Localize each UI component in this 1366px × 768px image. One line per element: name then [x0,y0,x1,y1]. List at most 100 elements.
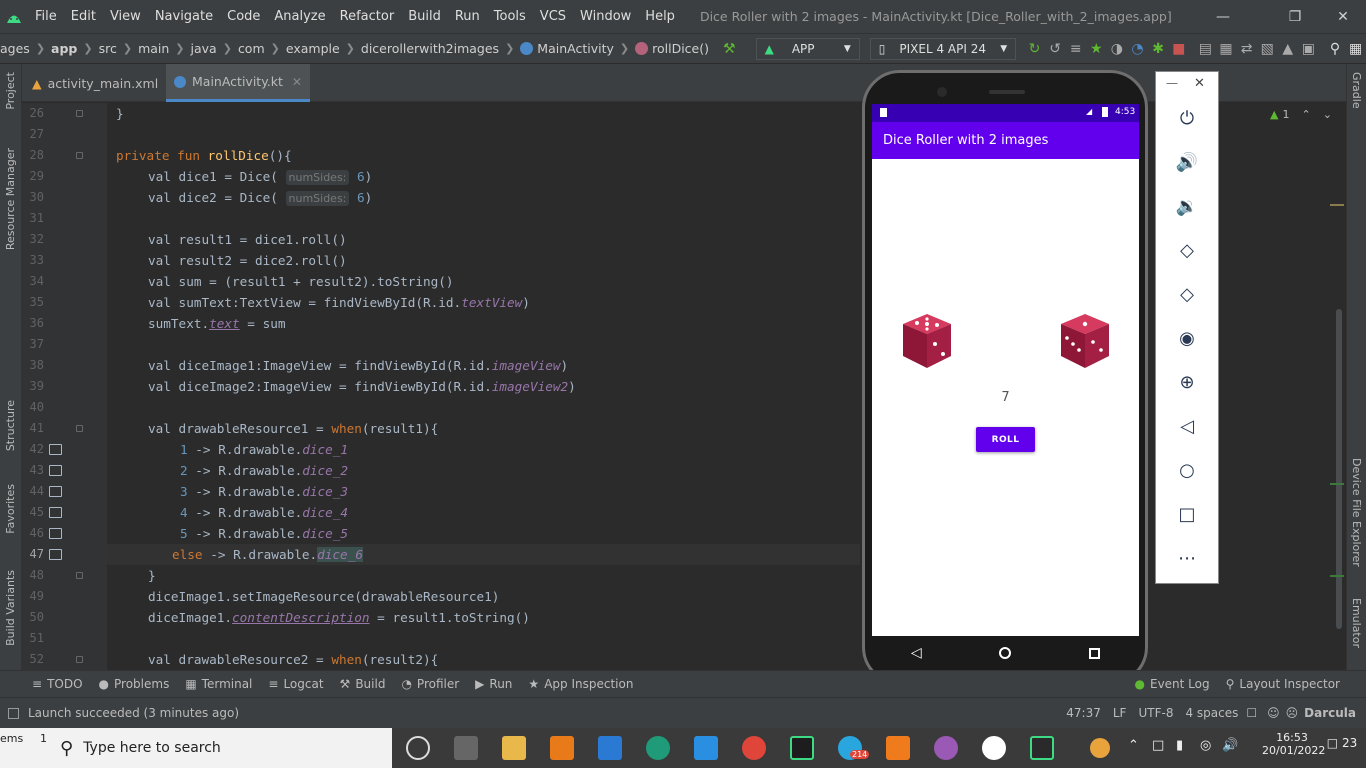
terminal-tool-button[interactable]: ▦ Terminal [177,677,260,691]
cortana-icon[interactable] [406,736,430,760]
problems-tool-button[interactable]: ● Problems [91,677,178,691]
chevron-down-icon[interactable]: ⌄ [1323,108,1332,121]
menu-vcs[interactable]: VCS [533,9,573,24]
sublime-icon[interactable] [550,736,574,760]
menu-refactor[interactable]: Refactor [333,9,402,24]
build-variants-tab[interactable]: Build Variants [4,570,17,646]
back-nav-icon[interactable]: ◁ [911,645,922,661]
avd-manager-icon[interactable]: ▧ [1257,38,1278,60]
apply-changes-icon[interactable]: ↻ [1024,38,1045,60]
breadcrumb-item[interactable]: main [138,41,169,56]
caret-position[interactable]: 47:37 [1066,706,1101,720]
tab-mainactivity-kt[interactable]: MainActivity.kt ✕ [166,64,310,102]
indent-setting[interactable]: 4 spaces [1185,706,1238,720]
volume-icon[interactable]: 🔊 [1222,738,1238,753]
fold-marker-icon[interactable] [76,656,83,663]
breadcrumb-item[interactable]: example [286,41,340,56]
breadcrumb-item[interactable]: com [238,41,265,56]
run-config-select[interactable]: ▲ APP ▼ [755,37,860,60]
favorites-tab[interactable]: Favorites [4,484,17,534]
menu-tools[interactable]: Tools [487,9,533,24]
breadcrumb-item[interactable]: src [99,41,117,56]
file-encoding[interactable]: UTF-8 [1138,706,1173,720]
power-icon[interactable]: ⏻ [1172,103,1202,133]
profiler-tool-button[interactable]: ◔ Profiler [393,677,467,691]
breadcrumb-item[interactable]: ages [0,41,30,56]
resource-manager-tab[interactable]: Resource Manager [4,148,17,250]
android-studio-taskbar-icon[interactable] [1030,736,1054,760]
menu-navigate[interactable]: Navigate [148,9,220,24]
coverage-icon[interactable]: ◑ [1107,38,1128,60]
image-resource-icon[interactable] [49,549,62,560]
rotate-right-icon[interactable]: ◇ [1172,279,1202,309]
menu-help[interactable]: Help [638,9,682,24]
menu-window[interactable]: Window [573,9,638,24]
image-resource-icon[interactable] [49,444,62,455]
github-desktop-icon[interactable] [934,736,958,760]
settings-icon[interactable]: ▦ [1345,38,1366,60]
sad-icon[interactable]: ☹ [1286,706,1299,720]
project-structure-icon[interactable]: ▤ [1195,38,1216,60]
image-resource-icon[interactable] [49,486,62,497]
pdf-app-icon[interactable] [886,736,910,760]
sdk-manager-icon[interactable]: ▲ [1277,38,1298,60]
volume-up-icon[interactable]: 🔊 [1172,147,1202,177]
emulator-tab[interactable]: Emulator [1350,598,1363,648]
apply-code-changes-icon[interactable]: ↺ [1045,38,1066,60]
fold-marker-icon[interactable] [76,110,83,117]
fold-marker-icon[interactable] [76,572,83,579]
theme-label[interactable]: Darcula [1304,706,1356,720]
attach-debugger-icon[interactable]: ✱ [1148,38,1169,60]
breadcrumb-item[interactable]: MainActivity [537,41,614,56]
rotate-left-icon[interactable]: ◇ [1172,235,1202,265]
stop-icon[interactable]: ■ [1168,38,1189,60]
more-icon[interactable]: ⋯ [1172,543,1202,573]
logcat-icon[interactable]: ≡ [1065,38,1086,60]
logcat-tool-button[interactable]: ≡ Logcat [260,677,331,691]
overview-icon[interactable]: □ [1172,499,1202,529]
device-manager-icon[interactable]: ▣ [1298,38,1319,60]
volume-down-icon[interactable]: 🔉 [1172,191,1202,221]
image-resource-icon[interactable] [49,528,62,539]
lock-icon[interactable]: ☐ [1246,706,1257,720]
mail-icon[interactable] [598,736,622,760]
close-tab-icon[interactable]: ✕ [292,75,302,89]
editor-scrollbar[interactable] [1336,309,1342,629]
inspection-widget[interactable]: ▲ 1 ⌃ ⌄ [1270,108,1332,121]
home-nav-icon[interactable] [999,647,1012,659]
app-icon[interactable] [982,736,1006,760]
breadcrumb-item[interactable]: rollDice() [652,41,709,56]
chevron-up-icon[interactable]: ⌃ [1128,738,1139,753]
taskbar-search-box[interactable]: ⚲ Type here to search [48,728,392,768]
menu-code[interactable]: Code [220,9,267,24]
file-explorer-icon[interactable] [502,736,526,760]
event-log-tool-button[interactable]: ● Event Log [1127,677,1218,691]
minimize-icon[interactable]: — [1200,0,1246,33]
close-window-icon[interactable]: ✕ [1320,0,1366,33]
debug-icon[interactable]: ★ [1086,38,1107,60]
todo-tool-button[interactable]: ≡ TODO [24,677,91,691]
layout-inspector-tool-button[interactable]: ⚲ Layout Inspector [1218,677,1348,691]
vscode-icon[interactable] [694,736,718,760]
screenshot-icon[interactable]: ◉ [1172,323,1202,353]
device-file-explorer-tab[interactable]: Device File Explorer [1350,458,1363,567]
emulator-screen[interactable]: ◢ 4:53 Dice Roller with 2 images 7 ROLL [872,104,1139,636]
task-view-icon[interactable] [454,736,478,760]
build-tool-button[interactable]: ⚒ Build [332,677,394,691]
battery-icon[interactable]: ▮ [1176,738,1183,753]
status-message[interactable]: Launch succeeded (3 minutes ago) [28,706,239,720]
close-emulator-icon[interactable]: ✕ [1194,76,1205,91]
tab-activity-main-xml[interactable]: ▲ activity_main.xml ✕ [24,64,185,102]
image-resource-icon[interactable] [49,465,62,476]
menu-file[interactable]: File [28,9,64,24]
panel-toggle-icon[interactable] [8,707,19,719]
sync-gradle-icon[interactable]: ⇄ [1236,38,1257,60]
search-icon[interactable]: ⚲ [1325,38,1346,60]
smiley-icon[interactable]: ☺ [1267,706,1280,720]
pycharm-icon[interactable] [790,736,814,760]
weather-icon[interactable] [1090,738,1110,758]
notification-center[interactable]: □ 23 [1324,736,1360,750]
fold-marker-icon[interactable] [76,425,83,432]
telegram-icon[interactable]: 214 [838,736,870,760]
menu-analyze[interactable]: Analyze [267,9,332,24]
